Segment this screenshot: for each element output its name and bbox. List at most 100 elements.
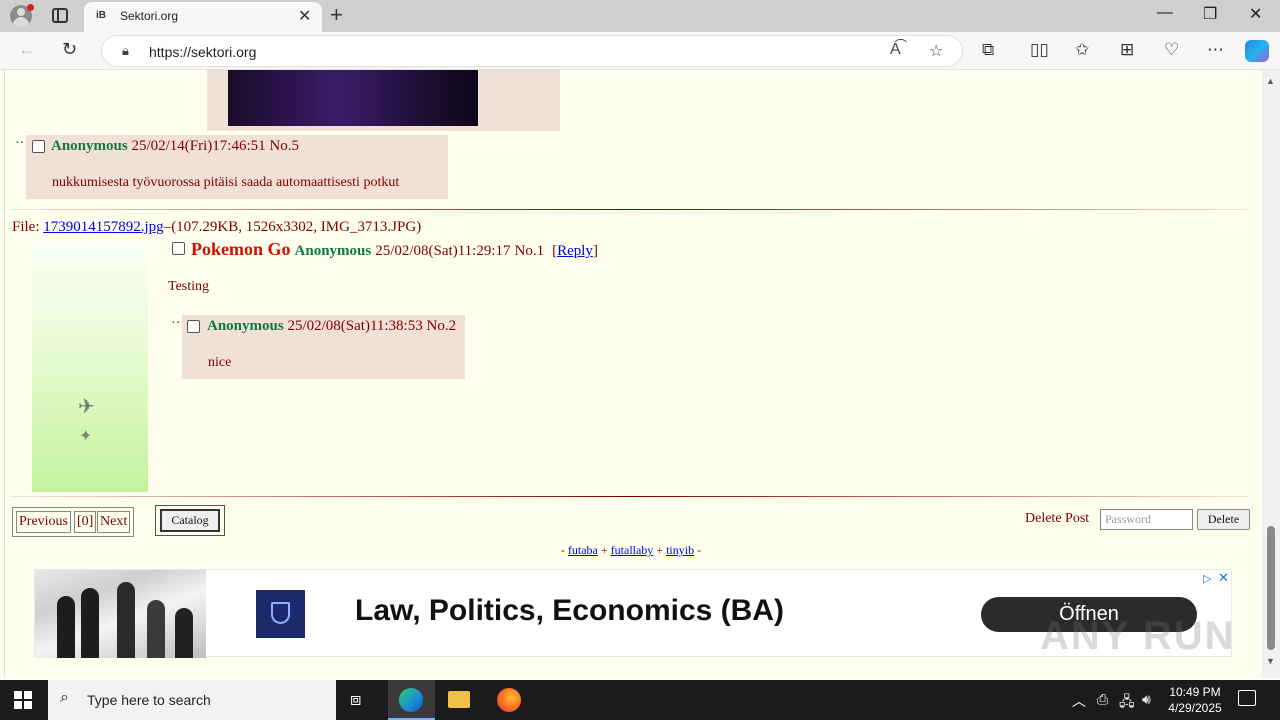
ad-title[interactable]: Law, Politics, Economics (BA) [355, 594, 784, 628]
catalog-wrapper: Catalog [155, 505, 225, 536]
network-icon[interactable]: 🖧︎ [1119, 691, 1135, 715]
footer-link-futallaby[interactable]: futallaby [611, 543, 654, 557]
clock-time: 10:49 PM [1169, 685, 1221, 699]
browser-titlebar: iB Sektori.org ✕ + — ❐ ✕ [0, 0, 1280, 32]
reply-bracket-close: ] [592, 243, 598, 259]
post-1-message: Testing [168, 279, 210, 294]
window-close-button[interactable]: ✕ [1249, 4, 1262, 24]
delete-button[interactable]: Delete [1197, 509, 1250, 530]
delete-post-label: Delete Post [1025, 511, 1090, 526]
current-page-link[interactable]: [0] [74, 511, 97, 533]
post-1-number[interactable]: No.1 [515, 243, 545, 259]
firefox-icon[interactable] [497, 688, 521, 712]
post-1-name: Anonymous [294, 243, 372, 259]
post-2-number[interactable]: No.2 [426, 318, 456, 334]
ad-photo[interactable] [35, 570, 206, 658]
footer-separator: - [694, 543, 702, 557]
thread-image-thumbnail[interactable]: ✈ ✦ [32, 242, 148, 492]
window-minimize-button[interactable]: — [1157, 4, 1173, 22]
address-bar[interactable]: 🔒︎ https://sektori.org A͡ ☆ [101, 35, 963, 67]
tab-actions-icon[interactable] [52, 8, 68, 23]
previous-page-button[interactable]: Previous [16, 511, 71, 533]
scroll-up-icon[interactable]: ▲ [1266, 76, 1275, 86]
new-tab-button[interactable]: + [330, 2, 343, 28]
address-url[interactable]: https://sektori.org [149, 44, 256, 60]
taskbar-search-placeholder[interactable]: Type here to search [87, 692, 211, 708]
file-explorer-icon[interactable] [448, 691, 470, 708]
start-button-icon[interactable] [14, 691, 32, 709]
reply-link[interactable]: Reply [557, 243, 593, 259]
browser-tab-active[interactable]: iB Sektori.org ✕ [84, 2, 322, 32]
collections-icon[interactable]: ⊞ [1120, 40, 1134, 60]
post-2-message: nice [208, 355, 232, 370]
ad-close-icon[interactable]: ✕ [1218, 570, 1229, 586]
reply-doubledash: ·· [171, 316, 181, 331]
copilot-icon[interactable] [1245, 40, 1269, 62]
reply-image-box [207, 70, 560, 131]
footer-link-futaba[interactable]: futaba [568, 543, 598, 557]
post-1-datetime: 25/02/08(Sat)11:29:17 [375, 243, 511, 259]
post-2-name: Anonymous [207, 318, 284, 334]
clock-date: 4/29/2025 [1168, 701, 1222, 715]
tab-title: Sektori.org [120, 9, 179, 23]
thumbnail-figure: ✈ [78, 396, 95, 418]
adchoices-icon[interactable]: ▷ [1203, 572, 1211, 585]
site-favicon-icon: iB [96, 10, 106, 21]
next-page-button[interactable]: Next [97, 511, 131, 533]
split-screen-icon[interactable]: ▯▯ [1030, 40, 1049, 60]
post-5-delete-checkbox[interactable] [32, 140, 45, 153]
edge-browser-icon[interactable] [399, 688, 423, 712]
reply-image-thumbnail[interactable] [228, 70, 478, 126]
favorite-icon[interactable]: ☆ [929, 41, 943, 61]
back-icon[interactable]: ← [18, 39, 36, 60]
footer-separator: + [597, 543, 611, 557]
windows-taskbar: ⌕ Type here to search ⧈ ︿ ⎙ 🖧︎ 🔊︎ 10:49 … [0, 680, 1280, 720]
lock-icon[interactable]: 🔒︎ [122, 43, 129, 59]
post-2-datetime: 25/02/08(Sat)11:38:53 [287, 318, 423, 334]
volume-icon[interactable]: 🔊︎ [1142, 691, 1151, 708]
delete-password-input[interactable]: Password [1100, 509, 1193, 530]
footer-separator: - [560, 543, 568, 557]
notification-center-icon[interactable] [1238, 690, 1256, 706]
meet-now-icon[interactable]: ⎙ [1097, 691, 1108, 708]
ad-logo-icon[interactable] [256, 590, 305, 638]
reply-doubledash: ·· [15, 136, 25, 151]
taskbar-search-box[interactable]: ⌕ Type here to search [48, 680, 336, 720]
post-1-delete-checkbox[interactable] [172, 242, 185, 255]
profile-notification-dot [27, 4, 34, 11]
thread-divider [10, 496, 1248, 497]
favorites-icon[interactable]: ✩ [1075, 40, 1089, 60]
reply-post-2: Anonymous 25/02/08(Sat)11:38:53 No.2 nic… [182, 315, 465, 379]
post-2-delete-checkbox[interactable] [187, 320, 200, 333]
refresh-icon[interactable]: ↻ [62, 39, 77, 60]
search-icon: ⌕ [60, 689, 69, 706]
task-view-icon[interactable]: ⧈ [350, 689, 361, 710]
anyrun-watermark: ANY RUN [1040, 614, 1236, 658]
browser-toolbar: ← ↻ 🔒︎ https://sektori.org A͡ ☆ ⧉ ▯▯ ✩ ⊞… [0, 32, 1280, 70]
read-aloud-icon[interactable]: A͡ [890, 41, 901, 59]
window-maximize-button[interactable]: ❐ [1203, 4, 1217, 24]
catalog-button[interactable]: Catalog [160, 509, 220, 532]
post-5-number[interactable]: No.5 [269, 138, 299, 154]
more-icon[interactable]: ⋯ [1207, 40, 1224, 60]
tab-close-icon[interactable]: ✕ [298, 6, 311, 26]
reply-post-5: Anonymous 25/02/14(Fri)17:46:51 No.5 nuk… [26, 135, 448, 199]
browser-essentials-icon[interactable]: ♡ [1164, 40, 1179, 60]
file-link[interactable]: 1739014157892.jpg [43, 219, 163, 235]
footer-link-tinyib[interactable]: tinyib [666, 543, 694, 557]
file-details: –(107.29KB, 1526x3302, IMG_3713.JPG) [163, 219, 422, 235]
post-5-datetime: 25/02/14(Fri)17:46:51 [131, 138, 266, 154]
footer-links: - futaba + futallaby + tinyib - [0, 543, 1262, 558]
taskbar-clock[interactable]: 10:49 PM 4/29/2025 [1165, 684, 1225, 716]
scroll-down-icon[interactable]: ▼ [1266, 656, 1275, 666]
post-1-header: Pokemon Go Anonymous 25/02/08(Sat)11:29:… [191, 239, 598, 260]
scrollbar-thumb[interactable] [1267, 526, 1275, 650]
extensions-icon[interactable]: ⧉ [982, 40, 994, 60]
post-1-subject: Pokemon Go [191, 239, 291, 259]
page-scrollbar[interactable]: ▲ ▼ [1262, 70, 1280, 678]
footer-separator: + [653, 543, 667, 557]
thumbnail-figure: ✦ [79, 428, 93, 445]
tray-overflow-icon[interactable]: ︿ [1072, 691, 1086, 711]
thread-divider [10, 209, 1248, 210]
file-label: File: [12, 219, 44, 235]
